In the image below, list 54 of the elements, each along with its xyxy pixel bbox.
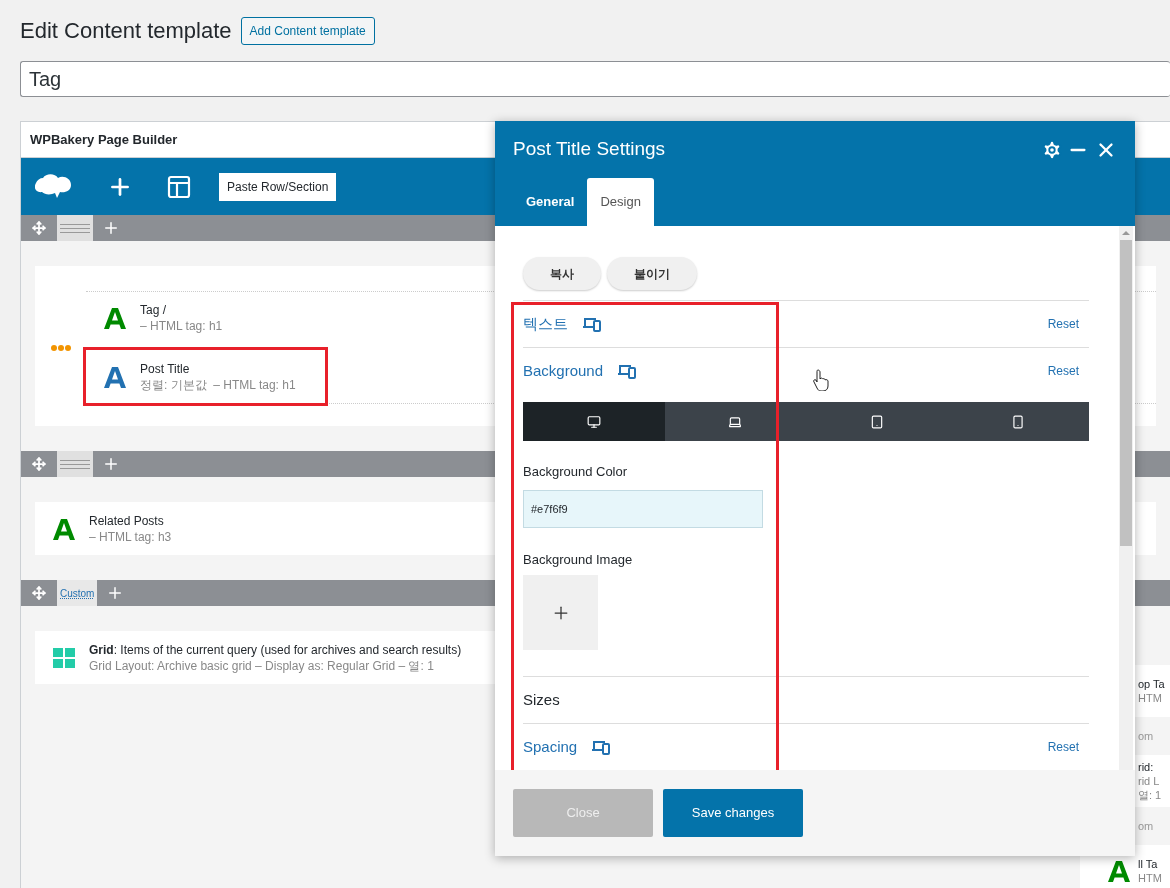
- responsive-devices-icon[interactable]: [617, 363, 638, 379]
- element-meta: – HTML tag: h1: [140, 318, 223, 334]
- responsive-devices-icon[interactable]: [582, 316, 602, 332]
- reset-link[interactable]: Reset: [1047, 738, 1079, 756]
- layout-template-icon[interactable]: [167, 174, 191, 199]
- element-meta: 정렬: 기본값 – HTML tag: h1: [140, 376, 296, 393]
- element-meta: – HTML tag: h3: [89, 528, 172, 545]
- clipboard-button[interactable]: 복사: [523, 257, 601, 290]
- page-title: Edit Content template: [20, 17, 232, 45]
- element-title: Grid: Items of the current query (used for archives and search results): [89, 641, 462, 658]
- add-template-button[interactable]: Add Content template: [240, 16, 375, 45]
- row-label-text: om: [1138, 728, 1154, 744]
- scrollbar[interactable]: [1119, 226, 1133, 770]
- dialog-title: Post Title Settings: [513, 137, 666, 162]
- reset-link[interactable]: Reset: [1047, 315, 1079, 333]
- more-dots-icon[interactable]: [50, 344, 71, 351]
- drag-handle-icon[interactable]: [57, 451, 93, 477]
- element-meta: Grid Layout: Archive basic grid – Display as: Regular Grid – 열: 1: [89, 657, 435, 674]
- paste-row-button[interactable]: Paste Row/Section: [219, 172, 337, 201]
- hand-pointer-icon: [813, 369, 829, 391]
- settings-icon[interactable]: [1041, 138, 1063, 161]
- section-title[interactable]: Spacing: [523, 735, 578, 759]
- phone-icon: [1011, 414, 1026, 429]
- color-input-field[interactable]: #e7f6f9: [523, 489, 763, 528]
- element-text: 열: 1: [1138, 788, 1162, 802]
- laptop-icon: [728, 414, 743, 429]
- element-title: Tag /: [140, 302, 167, 318]
- element-text: HTM: [1138, 691, 1163, 705]
- row-label-text: om: [1138, 818, 1154, 834]
- row-label-link[interactable]: Custom: [57, 580, 98, 606]
- element-text: op Ta: [1138, 677, 1165, 691]
- logo-icon[interactable]: [35, 173, 73, 200]
- element-text: HTM: [1138, 871, 1162, 885]
- field-label: Background Image: [523, 550, 634, 569]
- drag-handle-icon[interactable]: [57, 215, 93, 241]
- section-title: Sizes: [523, 689, 560, 710]
- desktop-icon: [586, 414, 601, 429]
- field-label: Background Color: [523, 463, 629, 481]
- tab[interactable]: Design: [587, 178, 654, 226]
- clipboard-button[interactable]: 붙이기: [607, 257, 697, 290]
- responsive-devices-icon[interactable]: [591, 739, 612, 755]
- section-title[interactable]: Background: [523, 359, 604, 383]
- save-button[interactable]: Save changes: [663, 789, 803, 837]
- title-input-field[interactable]: Tag: [20, 61, 1170, 97]
- element-title: Related Posts: [89, 512, 165, 529]
- element-text: rid L: [1138, 774, 1161, 788]
- element-text: ll Ta: [1138, 857, 1159, 871]
- section-title[interactable]: 텍스트: [523, 312, 568, 336]
- element-text: rid:: [1138, 760, 1155, 774]
- panel-title: WPBakery Page Builder: [30, 130, 178, 149]
- reset-link[interactable]: Reset: [1047, 362, 1079, 380]
- tablet-icon: [869, 414, 884, 429]
- tab[interactable]: General: [513, 178, 588, 226]
- element-title: Post Title: [140, 360, 191, 377]
